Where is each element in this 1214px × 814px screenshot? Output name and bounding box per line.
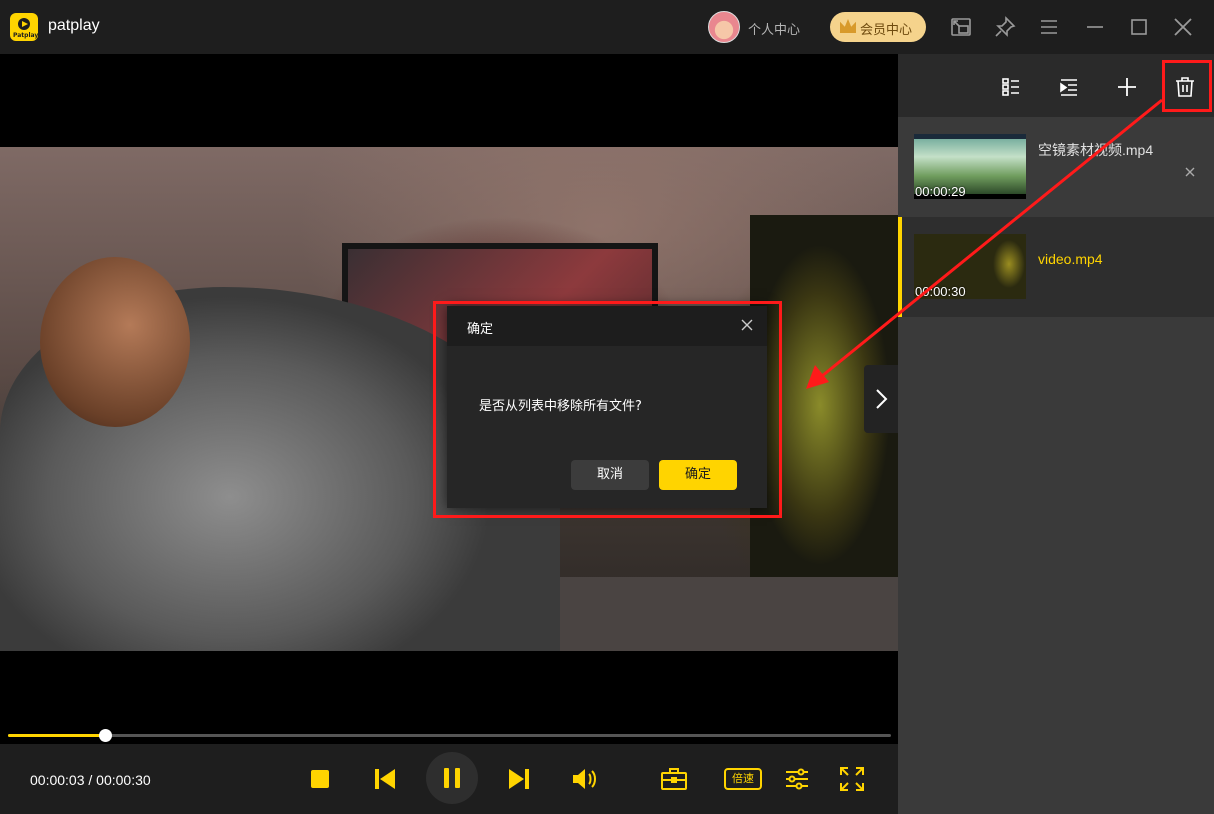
seek-bar[interactable] [8, 729, 891, 742]
chevron-right-icon [876, 389, 888, 409]
annotation-highlight-trash [1162, 60, 1212, 112]
crown-icon [840, 19, 856, 33]
seek-bar-fill [8, 734, 106, 737]
remove-item-icon[interactable] [1184, 163, 1196, 177]
playlist-item-active[interactable]: 00:00:30 video.mp4 [898, 217, 1214, 317]
volume-icon [573, 769, 596, 789]
app-name: patplay [48, 17, 100, 34]
maximize-icon[interactable] [1126, 14, 1152, 40]
item-title: video.mp4 [1038, 251, 1103, 267]
personal-center-link[interactable]: 个人中心 [748, 19, 800, 38]
pin-icon[interactable] [992, 14, 1018, 40]
time-display: 00:00:03 / 00:00:30 [30, 772, 151, 788]
video-thumbnail: 00:00:30 [914, 234, 1026, 299]
annotation-highlight-dialog [433, 301, 782, 518]
playlist-toolbar [898, 54, 1214, 117]
toolbox-button[interactable] [660, 766, 688, 792]
play-pause-button[interactable] [426, 752, 478, 804]
playlist-mode-icon[interactable] [1056, 74, 1082, 100]
sliders-icon [786, 768, 808, 790]
sidebar-toggle-button[interactable] [864, 365, 898, 433]
playback-speed-button[interactable]: 倍速 [724, 768, 762, 790]
previous-button[interactable] [375, 769, 397, 789]
scene-head [40, 257, 190, 427]
playlist-item[interactable]: 00:00:29 空镜素材视频.mp4 [898, 117, 1214, 217]
item-duration: 00:00:29 [915, 184, 966, 199]
patplay-window: Patplay patplay 个人中心 会员中心 00:00:03 / 00:… [0, 0, 1214, 814]
title-bar: Patplay patplay 个人中心 会员中心 [0, 0, 1214, 54]
video-thumbnail: 00:00:29 [914, 134, 1026, 199]
pause-icon [444, 768, 460, 788]
next-button[interactable] [507, 769, 529, 789]
menu-icon[interactable] [1036, 14, 1062, 40]
picture-in-picture-icon[interactable] [948, 14, 974, 40]
item-title: 空镜素材视频.mp4 [1038, 142, 1154, 158]
skip-next-icon [509, 769, 529, 789]
volume-button[interactable] [572, 768, 598, 790]
minimize-icon[interactable] [1082, 14, 1108, 40]
close-icon[interactable] [1170, 14, 1196, 40]
app-logo: Patplay [10, 13, 38, 41]
stop-icon [311, 770, 329, 788]
playlist-panel: 00:00:29 空镜素材视频.mp4 00:00:30 video.mp4 [898, 54, 1214, 814]
fullscreen-icon [840, 767, 864, 791]
control-bar: 00:00:03 / 00:00:30 倍速 [0, 744, 898, 814]
user-avatar[interactable] [708, 11, 740, 43]
stop-button[interactable] [311, 770, 329, 788]
fullscreen-button[interactable] [839, 766, 865, 792]
item-duration: 00:00:30 [915, 284, 966, 299]
skip-previous-icon [375, 769, 395, 789]
list-view-icon[interactable] [998, 74, 1024, 100]
vip-center-button[interactable]: 会员中心 [830, 12, 926, 42]
add-icon[interactable] [1114, 74, 1140, 100]
settings-button[interactable] [784, 766, 810, 792]
toolbox-icon [661, 768, 687, 790]
